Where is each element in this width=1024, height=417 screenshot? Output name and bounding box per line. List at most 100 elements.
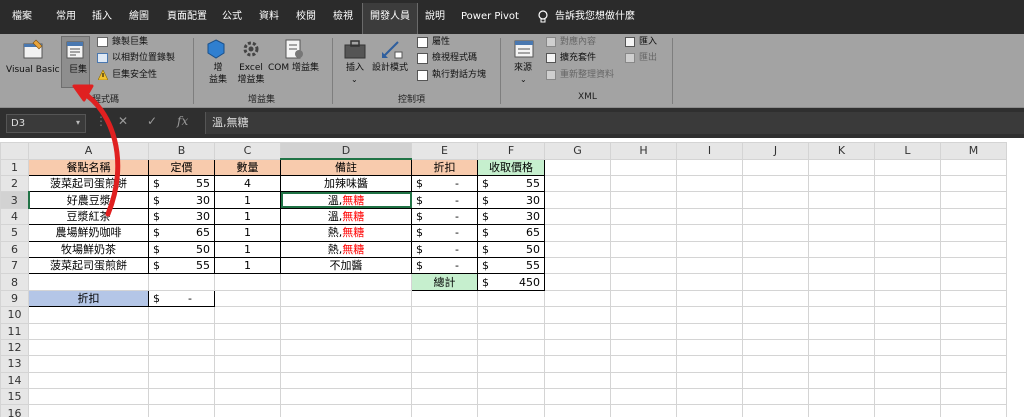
cell[interactable]: [148, 306, 215, 324]
view-code-button[interactable]: 檢視程式碼: [432, 52, 477, 64]
column-header[interactable]: E: [411, 142, 478, 160]
row-header[interactable]: 6: [0, 240, 29, 258]
cell[interactable]: [610, 371, 677, 390]
cell[interactable]: [610, 191, 677, 209]
cell[interactable]: [477, 306, 545, 324]
cell[interactable]: [280, 338, 412, 357]
cell[interactable]: [544, 322, 611, 340]
cell[interactable]: [676, 371, 743, 390]
cell[interactable]: [742, 240, 809, 258]
cell[interactable]: [874, 191, 941, 209]
cell[interactable]: [742, 306, 809, 324]
cell[interactable]: [808, 273, 875, 291]
qty-cell[interactable]: 1: [214, 240, 281, 258]
cell[interactable]: [280, 404, 412, 417]
cell[interactable]: [874, 174, 941, 193]
cell[interactable]: [676, 174, 743, 193]
tab-formulas[interactable]: 公式: [222, 0, 242, 34]
cell[interactable]: [742, 355, 809, 373]
row-header[interactable]: 13: [0, 355, 29, 373]
cell[interactable]: [280, 289, 412, 308]
note-cell[interactable]: 熱,無糖: [280, 240, 412, 258]
cell[interactable]: [610, 404, 677, 417]
received-cell[interactable]: $30: [477, 191, 545, 209]
cell[interactable]: [411, 388, 478, 406]
cell[interactable]: [676, 404, 743, 417]
cell[interactable]: [148, 355, 215, 373]
cell[interactable]: [940, 388, 1007, 406]
row-header[interactable]: 16: [0, 404, 29, 417]
cell[interactable]: [214, 306, 281, 324]
note-cell[interactable]: 不加醬: [280, 256, 412, 275]
note-cell-selected[interactable]: 溫,無糖: [280, 191, 412, 209]
cell[interactable]: [940, 256, 1007, 275]
qty-cell[interactable]: 1: [214, 256, 281, 275]
cell[interactable]: [214, 338, 281, 357]
insert-control-button[interactable]: 插入: [346, 62, 364, 74]
qty-cell[interactable]: 1: [214, 224, 281, 242]
cell[interactable]: [874, 306, 941, 324]
cell[interactable]: [940, 224, 1007, 242]
enter-icon[interactable]: ✓: [147, 114, 157, 128]
cell[interactable]: [411, 306, 478, 324]
column-header[interactable]: J: [742, 142, 809, 160]
cell[interactable]: [676, 158, 743, 176]
cell[interactable]: [808, 207, 875, 226]
cell[interactable]: [742, 224, 809, 242]
cell[interactable]: [280, 273, 412, 291]
cell[interactable]: [610, 306, 677, 324]
received-cell[interactable]: $50: [477, 240, 545, 258]
total-value-cell[interactable]: $450: [477, 273, 545, 291]
note-cell[interactable]: 加辣味醬: [280, 174, 412, 193]
cell[interactable]: [148, 273, 215, 291]
cell[interactable]: [808, 355, 875, 373]
cell[interactable]: [742, 191, 809, 209]
select-all-corner[interactable]: [0, 142, 29, 160]
cell[interactable]: [148, 388, 215, 406]
cell[interactable]: [742, 273, 809, 291]
cell[interactable]: [742, 289, 809, 308]
cell[interactable]: [940, 158, 1007, 176]
discount-cell[interactable]: $ -: [411, 256, 478, 275]
cell[interactable]: [742, 388, 809, 406]
visual-basic-button[interactable]: Visual Basic: [6, 64, 60, 76]
price-cell[interactable]: $30: [148, 191, 215, 209]
cell[interactable]: [676, 289, 743, 308]
tab-home[interactable]: 常用: [56, 0, 76, 34]
cell[interactable]: [610, 240, 677, 258]
item-name-cell[interactable]: 豆漿紅茶: [28, 207, 149, 226]
tab-help[interactable]: 說明: [425, 0, 445, 34]
cell[interactable]: [874, 404, 941, 417]
row-header[interactable]: 11: [0, 322, 29, 340]
cell[interactable]: [610, 355, 677, 373]
cell[interactable]: [676, 191, 743, 209]
cell[interactable]: [676, 240, 743, 258]
cell[interactable]: [411, 289, 478, 308]
cell[interactable]: [148, 371, 215, 390]
header-cell-note[interactable]: 備註: [280, 158, 412, 176]
map-properties-button[interactable]: 對應內容: [560, 36, 596, 48]
cell[interactable]: [676, 207, 743, 226]
cell[interactable]: [940, 273, 1007, 291]
properties-button[interactable]: 屬性: [432, 36, 450, 48]
cell[interactable]: [214, 388, 281, 406]
cell[interactable]: [214, 289, 281, 308]
cell[interactable]: [610, 158, 677, 176]
cell[interactable]: [28, 306, 149, 324]
chevron-down-icon[interactable]: ▾: [76, 118, 80, 127]
cell[interactable]: [477, 355, 545, 373]
cell[interactable]: [544, 371, 611, 390]
row-header[interactable]: 15: [0, 388, 29, 406]
cell[interactable]: [940, 404, 1007, 417]
tab-file[interactable]: 檔案: [12, 0, 32, 34]
cell[interactable]: [874, 240, 941, 258]
cell[interactable]: [808, 174, 875, 193]
note-cell[interactable]: 溫,無糖: [280, 207, 412, 226]
row-header[interactable]: 12: [0, 338, 29, 357]
tab-review[interactable]: 校閱: [296, 0, 316, 34]
tab-power-pivot[interactable]: Power Pivot: [461, 0, 519, 34]
cell[interactable]: [808, 240, 875, 258]
cell[interactable]: [742, 338, 809, 357]
cell[interactable]: [544, 240, 611, 258]
header-cell-price[interactable]: 定價: [148, 158, 215, 176]
